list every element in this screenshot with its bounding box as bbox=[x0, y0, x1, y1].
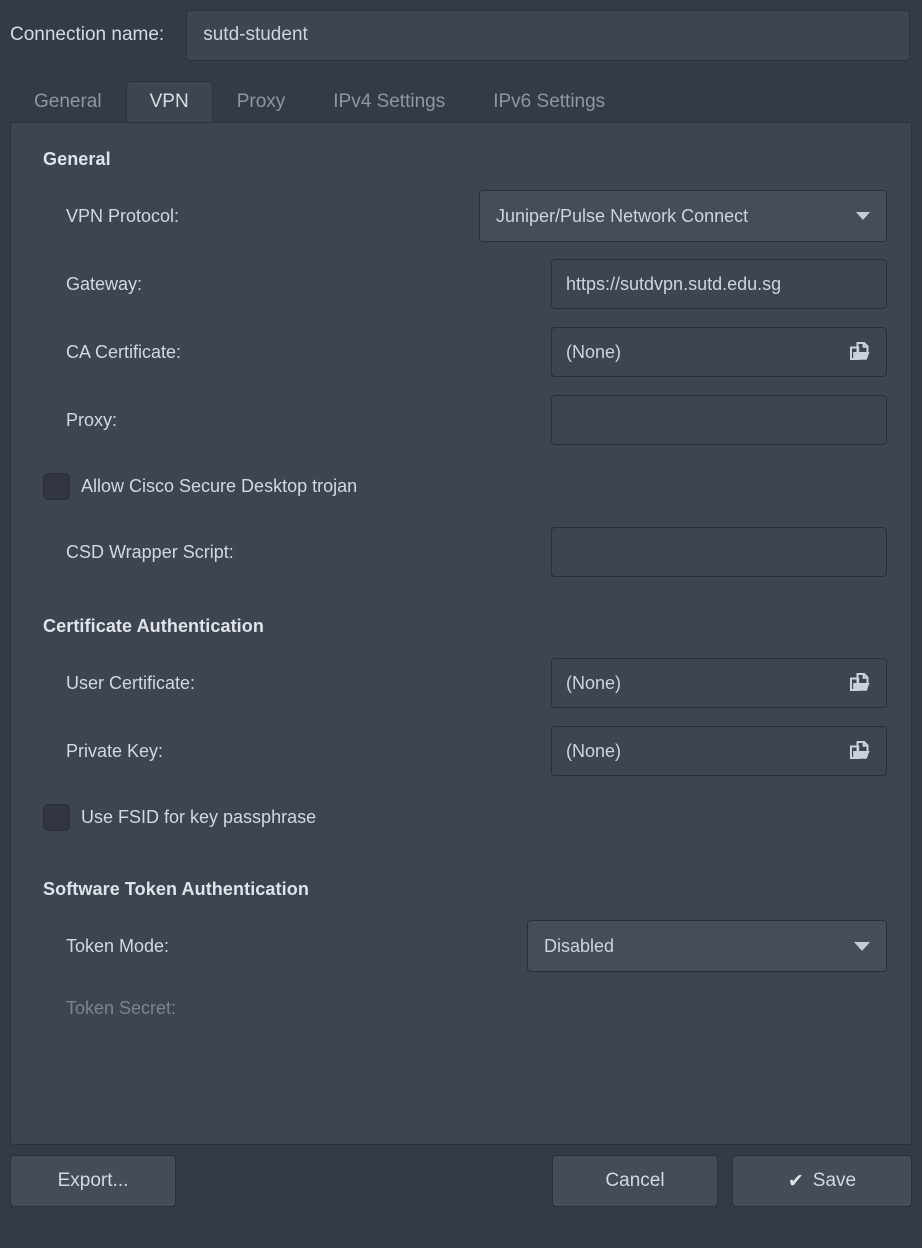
row-use-fsid[interactable]: Use FSID for key passphrase bbox=[35, 785, 887, 849]
row-vpn-protocol: VPN Protocol: Juniper/Pulse Network Conn… bbox=[35, 182, 887, 250]
tab-general[interactable]: General bbox=[10, 81, 126, 122]
vpn-protocol-value: Juniper/Pulse Network Connect bbox=[496, 205, 749, 226]
section-title-certificate-authentication: Certificate Authentication bbox=[43, 616, 264, 636]
tab-ipv6-settings[interactable]: IPv6 Settings bbox=[469, 81, 629, 122]
vpn-protocol-select[interactable]: Juniper/Pulse Network Connect bbox=[479, 190, 887, 242]
export-button[interactable]: Export... bbox=[10, 1155, 176, 1207]
vpn-protocol-label: VPN Protocol: bbox=[66, 205, 180, 226]
row-private-key: Private Key: (None) bbox=[35, 717, 887, 785]
private-key-chooser[interactable]: (None) bbox=[551, 726, 887, 776]
gateway-input[interactable]: https://sutdvpn.sutd.edu.sg bbox=[551, 259, 887, 309]
folder-open-icon[interactable] bbox=[848, 340, 872, 364]
row-ca-certificate: CA Certificate: (None) bbox=[35, 318, 887, 386]
row-allow-csd-trojan[interactable]: Allow Cisco Secure Desktop trojan bbox=[35, 454, 887, 518]
use-fsid-label: Use FSID for key passphrase bbox=[81, 806, 317, 827]
section-title-software-token-authentication: Software Token Authentication bbox=[43, 879, 309, 899]
row-token-secret: Token Secret: bbox=[35, 980, 887, 1036]
tab-ipv4-settings[interactable]: IPv4 Settings bbox=[309, 81, 469, 122]
tab-vpn[interactable]: VPN bbox=[125, 81, 213, 122]
token-secret-label: Token Secret: bbox=[66, 997, 177, 1018]
private-key-value: (None) bbox=[566, 740, 622, 761]
save-button[interactable]: ✔ Save bbox=[732, 1155, 912, 1207]
ca-certificate-label: CA Certificate: bbox=[66, 341, 182, 362]
row-gateway: Gateway: https://sutdvpn.sutd.edu.sg bbox=[35, 250, 887, 318]
token-mode-label: Token Mode: bbox=[66, 935, 170, 956]
csd-wrapper-script-label: CSD Wrapper Script: bbox=[66, 541, 234, 562]
chevron-down-icon bbox=[854, 941, 870, 951]
ca-certificate-value: (None) bbox=[566, 341, 622, 362]
gateway-label: Gateway: bbox=[66, 273, 143, 294]
use-fsid-checkbox[interactable] bbox=[43, 803, 70, 831]
tab-bar: General VPN Proxy IPv4 Settings IPv6 Set… bbox=[0, 70, 922, 122]
allow-csd-trojan-checkbox[interactable] bbox=[43, 472, 70, 500]
user-certificate-chooser[interactable]: (None) bbox=[551, 658, 887, 708]
token-mode-value: Disabled bbox=[544, 935, 615, 956]
section-title-general: General bbox=[43, 149, 111, 169]
proxy-input[interactable] bbox=[551, 395, 887, 445]
cancel-button[interactable]: Cancel bbox=[552, 1155, 718, 1207]
tab-proxy[interactable]: Proxy bbox=[213, 81, 310, 122]
folder-open-icon[interactable] bbox=[848, 671, 872, 695]
allow-csd-trojan-label: Allow Cisco Secure Desktop trojan bbox=[81, 475, 358, 496]
gateway-value: https://sutdvpn.sutd.edu.sg bbox=[566, 273, 782, 294]
row-proxy: Proxy: bbox=[35, 386, 887, 454]
save-button-label: Save bbox=[812, 1170, 857, 1191]
proxy-label: Proxy: bbox=[66, 409, 118, 430]
user-certificate-label: User Certificate: bbox=[66, 672, 196, 693]
folder-open-icon[interactable] bbox=[848, 739, 872, 763]
ca-certificate-chooser[interactable]: (None) bbox=[551, 327, 887, 377]
user-certificate-value: (None) bbox=[566, 672, 622, 693]
vpn-settings-panel: General VPN Protocol: Juniper/Pulse Netw… bbox=[10, 122, 912, 1145]
dialog-button-bar: Export... Cancel ✔ Save bbox=[0, 1145, 922, 1217]
row-token-mode: Token Mode: Disabled bbox=[35, 912, 887, 980]
connection-name-row: Connection name: sutd-student bbox=[0, 0, 922, 70]
connection-name-label: Connection name: bbox=[10, 24, 165, 45]
private-key-label: Private Key: bbox=[66, 740, 164, 761]
checkmark-icon: ✔ bbox=[787, 1170, 804, 1192]
token-mode-select[interactable]: Disabled bbox=[527, 920, 887, 972]
csd-wrapper-script-input[interactable] bbox=[551, 527, 887, 577]
connection-name-value: sutd-student bbox=[203, 24, 308, 45]
connection-name-input[interactable]: sutd-student bbox=[186, 9, 910, 61]
chevron-down-icon bbox=[856, 212, 870, 220]
row-user-certificate: User Certificate: (None) bbox=[35, 649, 887, 717]
row-csd-wrapper-script: CSD Wrapper Script: bbox=[35, 518, 887, 586]
